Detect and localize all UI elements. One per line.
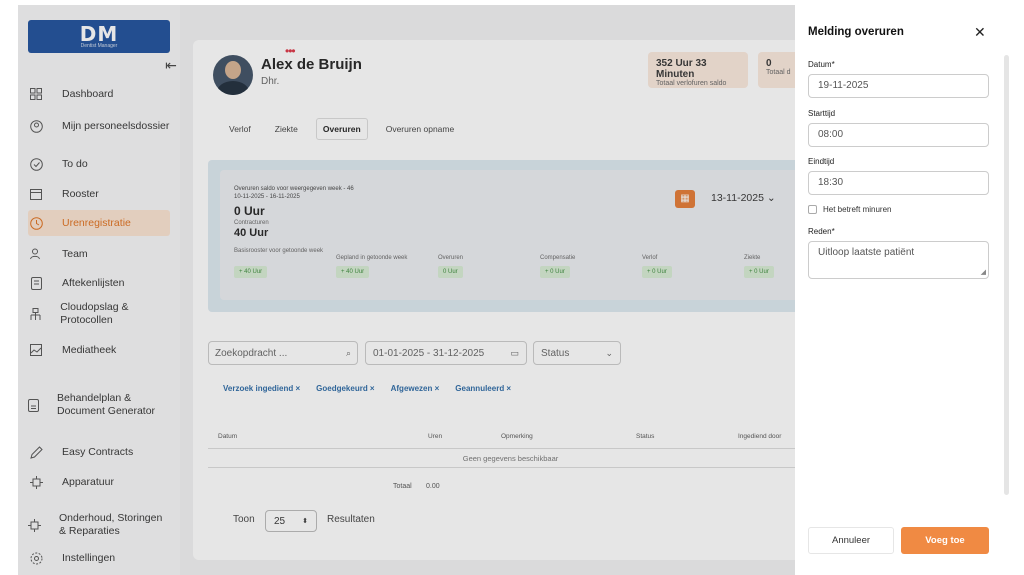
reason-label: Reden* bbox=[808, 227, 835, 236]
date-label: Datum* bbox=[808, 60, 835, 69]
resize-handle-icon[interactable]: ◢ bbox=[981, 268, 986, 276]
minus-hours-row[interactable]: Het betreft minuren bbox=[808, 205, 891, 214]
overtime-panel: Melding overuren ✕ Datum* 19-11-2025 Sta… bbox=[795, 0, 1007, 575]
end-time-label: Eindtijd bbox=[808, 157, 835, 166]
submit-button[interactable]: Voeg toe bbox=[901, 527, 989, 554]
close-icon[interactable]: ✕ bbox=[974, 24, 986, 41]
date-field[interactable]: 19-11-2025 bbox=[808, 74, 989, 98]
minus-hours-label: Het betreft minuren bbox=[823, 205, 892, 214]
cancel-button[interactable]: Annuleer bbox=[808, 527, 894, 554]
end-time-field[interactable]: 18:30 bbox=[808, 171, 989, 195]
reason-textarea[interactable]: Uitloop laatste patiënt ◢ bbox=[808, 241, 989, 279]
start-time-label: Starttijd bbox=[808, 109, 836, 118]
panel-title: Melding overuren bbox=[808, 26, 904, 38]
minus-hours-checkbox[interactable] bbox=[808, 205, 817, 214]
start-time-field[interactable]: 08:00 bbox=[808, 123, 989, 147]
scrollbar-thumb[interactable] bbox=[1004, 55, 1009, 495]
scrollbar-track[interactable] bbox=[1007, 0, 1024, 575]
